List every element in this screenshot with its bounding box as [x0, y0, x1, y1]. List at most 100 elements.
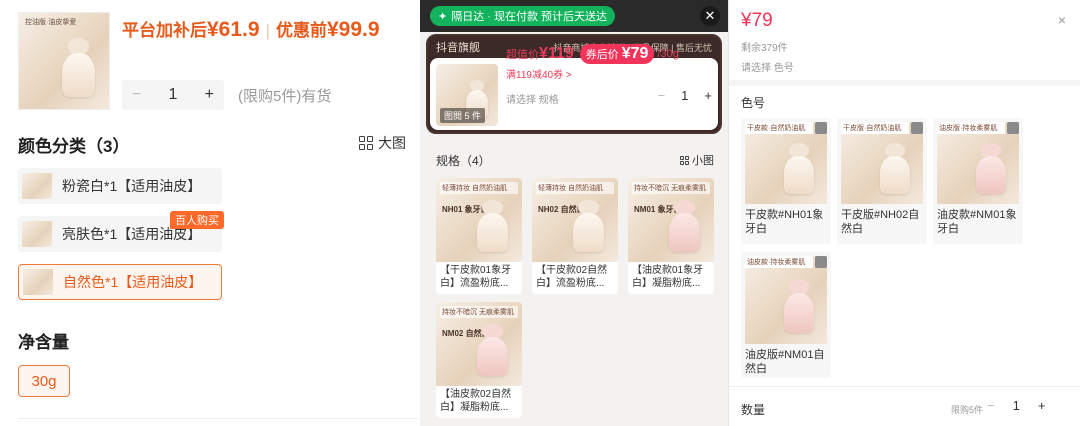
color-option-1[interactable]: 粉瓷白*1【适用油皮】: [18, 168, 222, 204]
spec-tile-3[interactable]: 持妆不暗沉 无痕柔雾肌 NM01 象牙白 【油皮款01象牙白】凝脂粉底...: [628, 178, 714, 294]
tile-title: 【干皮款02自然白】流盈粉底...: [536, 265, 608, 289]
unit: /30g: [657, 48, 679, 60]
quantity-stepper[interactable]: − 1 +: [987, 398, 1045, 413]
minus-icon[interactable]: −: [658, 88, 666, 103]
subsidy-price: ¥61.9: [207, 18, 260, 41]
spec-image: 持妆不暗沉 无痕柔雾肌 NM01 象牙白: [628, 178, 714, 262]
tile-title: 【油皮款02自然白】凝脂粉底...: [440, 389, 512, 413]
zoom-icon[interactable]: [815, 122, 827, 134]
product-image[interactable]: 图閲 5 件: [436, 64, 498, 126]
choose-hint: 请选择 色号: [741, 63, 794, 74]
panel-dark-sku: ✦ 隔日达 · 现在付款 预计后天送达 ✕ 抖音旗舰 抖音商城官方认证 | 正品…: [420, 0, 728, 426]
color-option-3-selected[interactable]: 自然色*1【适用油皮】: [18, 264, 222, 300]
net-content-title: 净含量: [18, 333, 69, 352]
tile-header: 干皮款·自然奶油肌: [745, 122, 813, 134]
before-label: 优惠前: [275, 21, 327, 40]
tile-header: 轻薄持妆 自然奶油肌: [536, 182, 614, 194]
color-tile-3[interactable]: 油皮版·持妆柔雾肌 油皮款#NM01象牙白: [933, 118, 1023, 244]
bolt-icon: ✦: [438, 10, 448, 23]
plus-icon[interactable]: +: [704, 88, 712, 103]
price-line: 平台加补后¥61.9 | 优惠前¥99.9: [122, 18, 380, 41]
spec-tile-4[interactable]: 持妆不暗沉 无痕柔雾肌 NM02 自然白 【油皮款02自然白】凝脂粉底...: [436, 302, 522, 418]
delivery-text: 隔日达 · 现在付款 预计后天送达: [451, 11, 608, 23]
close-icon[interactable]: ×: [1058, 12, 1066, 28]
view-toggle-label: 小图: [692, 155, 714, 167]
plus-icon[interactable]: +: [205, 86, 214, 104]
delivery-pill: ✦ 隔日达 · 现在付款 预计后天送达: [430, 6, 616, 26]
tile-title: 油皮版#NM01自然白: [745, 349, 825, 375]
grid-icon: [359, 136, 373, 150]
spec-tile-2[interactable]: 轻薄持妆 自然奶油肌 NH02 自然白 【干皮款02自然白】流盈粉底...: [532, 178, 618, 294]
product-image[interactable]: 控油版·油皮挚爱: [18, 12, 110, 110]
close-icon[interactable]: ✕: [700, 6, 720, 26]
coupon-link[interactable]: 满119减40券 >: [506, 66, 572, 81]
store-name: 抖音旗舰: [436, 42, 480, 54]
tile-header: 持妆不暗沉 无痕柔雾肌: [632, 182, 710, 194]
tile-header: 油皮版·持妆柔雾肌: [937, 122, 1005, 134]
minus-icon[interactable]: −: [132, 86, 141, 104]
product-card: 抖音旗舰 抖音商城官方认证 | 正品保障 | 售后无忧 图閲 5 件 超值价 ¥…: [426, 34, 722, 134]
color-section-title: 颜色分类（3）: [18, 137, 130, 156]
color-label: 色号: [741, 96, 766, 110]
tile-title: 干皮版#NH02自然白: [841, 209, 920, 235]
tile-image: 油皮版·持妆柔雾肌: [937, 122, 1019, 204]
stock-text: 剩余379件: [741, 43, 788, 54]
tile-header: 持妆不暗沉 无痕柔雾肌: [440, 306, 518, 318]
specs-title: 规格（4）: [436, 154, 491, 168]
before-price: ¥99.9: [326, 18, 380, 41]
price-row: 超值价 ¥119 券后价 ¥79 /30g: [506, 44, 679, 64]
option-thumb: [23, 269, 53, 295]
image-count-tag: 图閲 5 件: [440, 108, 486, 123]
super-price: ¥119: [539, 45, 574, 62]
after-coupon-badge: 券后价 ¥79: [579, 44, 655, 64]
subsidy-label: 平台加补后: [122, 21, 207, 40]
panel-white-sku: ¥79 剩余379件 请选择 色号 × 色号 干皮款·自然奶油肌 干皮款#NH0…: [728, 0, 1080, 426]
option-thumb: [22, 221, 52, 247]
view-toggle-button[interactable]: 大图: [359, 133, 406, 153]
color-tile-1[interactable]: 干皮款·自然奶油肌 干皮款#NH01象牙白: [741, 118, 831, 244]
option-label: 自然色*1【适用油皮】: [63, 274, 203, 290]
quantity-limit: 限购5件: [951, 405, 984, 415]
option-label: 粉瓷白*1【适用油皮】: [62, 178, 202, 194]
quantity-stepper[interactable]: − 1 +: [658, 88, 712, 103]
zoom-icon[interactable]: [911, 122, 923, 134]
top-bar: ✦ 隔日达 · 现在付款 预计后天送达 ✕: [420, 0, 728, 32]
quantity-label: 数量: [741, 403, 766, 417]
tile-title: 干皮款#NH01象牙白: [745, 209, 824, 235]
divider: [18, 418, 418, 419]
tile-image: 油皮款·持妆柔雾肌: [745, 256, 827, 344]
minus-icon[interactable]: −: [987, 398, 995, 413]
color-tile-4[interactable]: 油皮款·持妆柔雾肌 油皮版#NM01自然白: [741, 252, 831, 378]
view-toggle-label: 大图: [378, 135, 406, 151]
divider: [729, 386, 1080, 387]
zoom-icon[interactable]: [1007, 122, 1019, 134]
tile-title: 【干皮款01象牙白】流盈粉底...: [440, 265, 512, 289]
color-tile-2[interactable]: 干皮版·自然奶油肌 干皮版#NH02自然白: [837, 118, 927, 244]
spec-hint: 请选择 规格: [506, 95, 559, 106]
tile-header: 轻薄持妆 自然奶油肌: [440, 182, 518, 194]
hot-badge: 百人购买: [170, 211, 224, 229]
price: ¥79: [741, 10, 773, 31]
spec-image: 持妆不暗沉 无痕柔雾肌 NM02 自然白: [436, 302, 522, 386]
zoom-icon[interactable]: [815, 256, 827, 268]
tile-title: 油皮款#NM01象牙白: [937, 209, 1017, 235]
super-label: 超值价: [506, 49, 539, 61]
option-thumb: [22, 173, 52, 199]
spec-image: 轻薄持妆 自然奶油肌 NH02 自然白: [532, 178, 618, 262]
quantity-value: 1: [1012, 398, 1020, 413]
tile-title: 【油皮款01象牙白】凝脂粉底...: [632, 265, 704, 289]
view-toggle-button[interactable]: 小图: [680, 152, 714, 168]
after-price: ¥79: [621, 45, 649, 62]
quantity-stepper[interactable]: − 1 +: [122, 80, 224, 110]
product-image-brand: 控油版·油皮挚爱: [25, 19, 77, 26]
panel-orange-sku: 控油版·油皮挚爱 平台加补后¥61.9 | 优惠前¥99.9 − 1 + (限购5件…: [0, 0, 418, 426]
divider: [729, 80, 1080, 86]
quantity-value: 1: [681, 88, 689, 103]
tile-header: 油皮款·持妆柔雾肌: [745, 256, 813, 268]
tile-image: 干皮款·自然奶油肌: [745, 122, 827, 204]
plus-icon[interactable]: +: [1038, 398, 1046, 413]
size-option-selected[interactable]: 30g: [18, 365, 70, 397]
grid-icon: [680, 155, 689, 165]
tile-header: 干皮版·自然奶油肌: [841, 122, 909, 134]
spec-tile-1[interactable]: 轻薄持妆 自然奶油肌 NH01 象牙白 【干皮款01象牙白】流盈粉底...: [436, 178, 522, 294]
